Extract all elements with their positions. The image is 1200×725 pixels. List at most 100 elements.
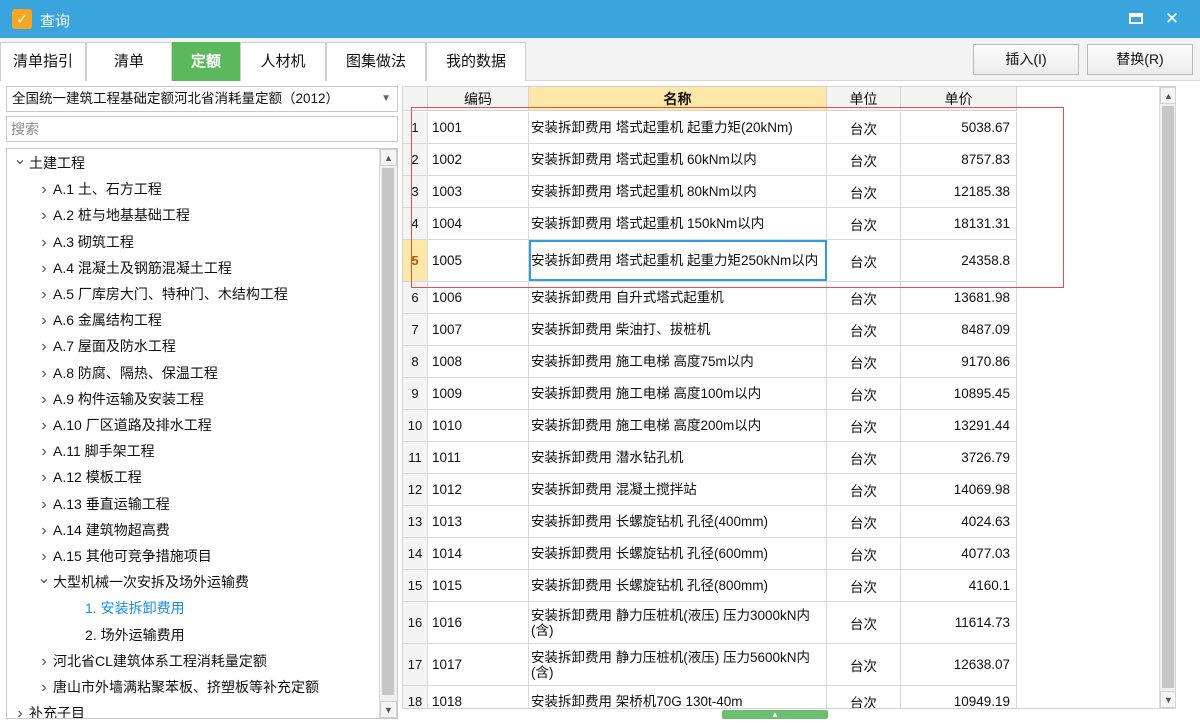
table-row[interactable]: 14 1014 安装拆卸费用 长螺旋钻机 孔径(600mm) 台次 4077.03 xyxy=(403,538,1017,570)
tab-atlas-method[interactable]: 图集做法 xyxy=(326,42,426,81)
chevron-right-icon[interactable]: › xyxy=(35,204,53,228)
chevron-right-icon[interactable]: › xyxy=(35,388,53,412)
chevron-right-icon[interactable]: › xyxy=(35,650,53,674)
tree-item-label: A.4 混凝土及钢筋混凝土工程 xyxy=(53,259,232,276)
chevron-right-icon[interactable]: › xyxy=(11,702,29,718)
tree-item[interactable]: › 补充子目 xyxy=(11,701,85,718)
table-row[interactable]: 3 1003 安装拆卸费用 塔式起重机 80kNm以内 台次 12185.38 xyxy=(403,176,1017,208)
tree-item[interactable]: › A.12 模板工程 xyxy=(35,465,141,490)
scroll-down-icon[interactable]: ▼ xyxy=(380,701,397,718)
chevron-right-icon[interactable]: › xyxy=(35,414,53,438)
chevron-right-icon[interactable]: › xyxy=(35,231,53,255)
chevron-right-icon[interactable]: › xyxy=(35,676,53,700)
tab-my-data[interactable]: 我的数据 xyxy=(426,42,526,81)
cell-code: 1009 xyxy=(428,378,529,409)
tab-quota[interactable]: 定额 xyxy=(172,42,240,81)
tree-item[interactable]: › 河北省CL建筑体系工程消耗量定额 xyxy=(35,649,267,673)
tree-item[interactable]: › A.2 桩与地基基础工程 xyxy=(35,203,190,227)
tree-item[interactable]: 1. 安装拆卸费用 xyxy=(63,596,185,620)
scroll-thumb[interactable] xyxy=(382,168,394,695)
row-index: 6 xyxy=(403,282,428,313)
chevron-down-icon[interactable]: ⌄ xyxy=(11,149,29,172)
table-row[interactable]: 16 1016 安装拆卸费用 静力压桩机(液压) 压力3000kN内(含) 台次 116… xyxy=(403,602,1017,644)
table-row[interactable]: 6 1006 安装拆卸费用 自升式塔式起重机 台次 13681.98 xyxy=(403,282,1017,314)
close-button[interactable]: ✕ xyxy=(1160,8,1184,30)
chevron-right-icon[interactable]: › xyxy=(35,335,53,359)
table-row[interactable]: 1 1001 安装拆卸费用 塔式起重机 起重力矩(20kNm) 台次 5038.67 xyxy=(403,112,1017,144)
chevron-right-icon[interactable]: › xyxy=(35,362,53,386)
header-name[interactable]: 名称 xyxy=(529,87,827,111)
maximize-icon xyxy=(1129,13,1143,25)
chevron-right-icon[interactable]: › xyxy=(35,519,53,543)
table-row[interactable]: 4 1004 安装拆卸费用 塔式起重机 150kNm以内 台次 18131.31 xyxy=(403,208,1017,240)
cell-price: 4024.63 xyxy=(901,506,1017,537)
header-unit[interactable]: 单位 xyxy=(827,87,901,111)
tree-item[interactable]: ⌄ 大型机械一次安拆及场外运输费 xyxy=(35,570,249,594)
tree-item[interactable]: 2. 场外运输费用 xyxy=(63,623,185,647)
cell-unit: 台次 xyxy=(827,176,901,207)
header-index xyxy=(403,87,428,111)
tab-bill[interactable]: 清单 xyxy=(86,42,172,81)
panel-expand-handle[interactable]: ▲ xyxy=(722,710,828,719)
chevron-right-icon[interactable]: › xyxy=(35,545,53,569)
table-row[interactable]: 18 1018 安装拆卸费用 架桥机70G 130t-40m 台次 10949.19 xyxy=(403,686,1017,708)
table-row[interactable]: 2 1002 安装拆卸费用 塔式起重机 60kNm以内 台次 8757.83 xyxy=(403,144,1017,176)
cell-name: 安装拆卸费用 长螺旋钻机 孔径(800mm) xyxy=(529,570,827,601)
cell-code: 1015 xyxy=(428,570,529,601)
table-row[interactable]: 17 1017 安装拆卸费用 静力压桩机(液压) 压力5600kN内(含) 台次 126… xyxy=(403,644,1017,686)
scroll-down-icon[interactable]: ▼ xyxy=(1160,691,1175,708)
chevron-right-icon[interactable]: › xyxy=(35,178,53,202)
tree-scrollbar[interactable]: ▲ ▼ xyxy=(379,149,397,718)
tree-item[interactable]: › A.4 混凝土及钢筋混凝土工程 xyxy=(35,256,232,280)
table-row[interactable]: 5 1005 安装拆卸费用 塔式起重机 起重力矩250kNm以内 台次 24358.8 xyxy=(403,240,1017,282)
chevron-right-icon[interactable]: › xyxy=(35,309,53,333)
tab-labor-material[interactable]: 人材机 xyxy=(240,42,326,81)
table-row[interactable]: 9 1009 安装拆卸费用 施工电梯 高度100m以内 台次 10895.45 xyxy=(403,378,1017,410)
tree-item[interactable]: › A.7 屋面及防水工程 xyxy=(35,334,176,358)
tree-item[interactable]: › A.6 金属结构工程 xyxy=(35,308,162,332)
scroll-up-icon[interactable]: ▲ xyxy=(380,149,397,166)
tree-item[interactable]: › A.13 垂直运输工程 xyxy=(35,492,169,517)
replace-button[interactable]: 替换(R) xyxy=(1087,44,1193,75)
row-index: 4 xyxy=(403,208,428,239)
tree-item[interactable]: › A.10 厂区道路及排水工程 xyxy=(35,413,211,438)
table-row[interactable]: 7 1007 安装拆卸费用 柴油打、拔桩机 台次 8487.09 xyxy=(403,314,1017,346)
table-row[interactable]: 12 1012 安装拆卸费用 混凝土搅拌站 台次 14069.98 xyxy=(403,474,1017,506)
row-index: 10 xyxy=(403,410,428,441)
tree-item[interactable]: › 唐山市外墙满粘聚苯板、挤塑板等补充定额 xyxy=(35,675,319,699)
maximize-button[interactable] xyxy=(1124,8,1148,30)
table-row[interactable]: 8 1008 安装拆卸费用 施工电梯 高度75m以内 台次 9170.86 xyxy=(403,346,1017,378)
chevron-down-icon[interactable]: ⌄ xyxy=(35,567,53,591)
tree-item[interactable]: › A.8 防腐、隔热、保温工程 xyxy=(35,361,218,385)
quota-library-select[interactable]: 全国统一建筑工程基础定额河北省消耗量定额（2012） ▼ xyxy=(6,86,398,112)
table-row[interactable]: 13 1013 安装拆卸费用 长螺旋钻机 孔径(400mm) 台次 4024.63 xyxy=(403,506,1017,538)
tree-item[interactable]: › A.14 建筑物超高费 xyxy=(35,518,169,543)
header-price[interactable]: 单价 xyxy=(901,87,1017,111)
grid-scrollbar[interactable]: ▲ ▼ xyxy=(1159,87,1175,708)
tree-item[interactable]: › A.5 厂库房大门、特种门、木结构工程 xyxy=(35,282,288,306)
quota-grid: 编码 名称 单位 单价 1 1001 安装拆卸费用 塔式起重机 起重力矩(20kNm… xyxy=(402,86,1176,709)
search-input[interactable] xyxy=(6,116,398,142)
cell-unit: 台次 xyxy=(827,442,901,473)
chevron-right-icon[interactable]: › xyxy=(35,466,53,490)
tree-item[interactable]: › A.3 砌筑工程 xyxy=(35,230,134,254)
tree-item[interactable]: › A.15 其他可竞争措施项目 xyxy=(35,544,211,569)
tree-item[interactable]: › A.1 土、石方工程 xyxy=(35,177,162,201)
chevron-right-icon[interactable]: › xyxy=(35,440,53,464)
table-row[interactable]: 10 1010 安装拆卸费用 施工电梯 高度200m以内 台次 13291.44 xyxy=(403,410,1017,442)
insert-button[interactable]: 插入(I) xyxy=(973,44,1079,75)
scroll-up-icon[interactable]: ▲ xyxy=(1160,87,1175,104)
cell-price: 10949.19 xyxy=(901,686,1017,708)
chevron-right-icon[interactable]: › xyxy=(35,257,53,281)
chevron-right-icon[interactable]: › xyxy=(35,283,53,307)
chevron-right-icon[interactable]: › xyxy=(35,493,53,517)
table-row[interactable]: 15 1015 安装拆卸费用 长螺旋钻机 孔径(800mm) 台次 4160.1 xyxy=(403,570,1017,602)
scroll-thumb[interactable] xyxy=(1162,106,1174,688)
tree-item[interactable]: › A.9 构件运输及安装工程 xyxy=(35,387,204,411)
header-code[interactable]: 编码 xyxy=(428,87,529,111)
tree-item[interactable]: › A.11 脚手架工程 xyxy=(35,439,154,464)
table-row[interactable]: 11 1011 安装拆卸费用 潜水钻孔机 台次 3726.79 xyxy=(403,442,1017,474)
tab-bill-guide[interactable]: 清单指引 xyxy=(0,42,86,81)
tree-item-label: A.5 厂库房大门、特种门、木结构工程 xyxy=(53,286,288,302)
tree-item[interactable]: ⌄ 土建工程 xyxy=(11,151,85,175)
